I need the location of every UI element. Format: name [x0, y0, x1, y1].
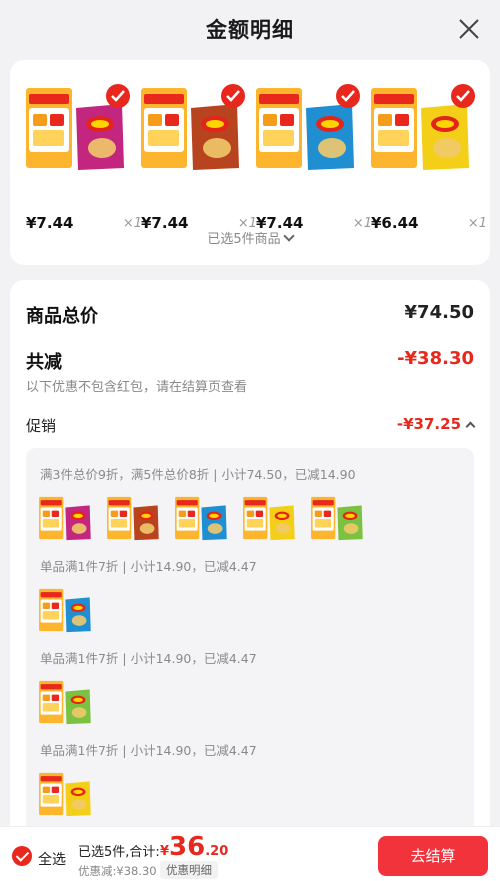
product-thumbnail — [256, 84, 360, 170]
select-all-label[interactable]: 全选 — [38, 849, 66, 869]
total-int: 36 — [169, 832, 206, 862]
promo-value: -¥37.25 — [396, 415, 461, 433]
product-thumbnail — [39, 772, 91, 817]
total-dec: .20 — [205, 844, 229, 859]
product-thumbnail — [371, 84, 475, 170]
selected-count-label: 已选5件商品 — [207, 232, 281, 247]
selected-count-toggle[interactable]: 已选5件商品 — [10, 228, 490, 247]
product-item[interactable]: ¥7.44 ×1 — [254, 80, 372, 232]
product-item[interactable]: ¥6.44 ×1 — [369, 80, 487, 232]
promo-group-text: 满3件总价9折，满5件总价8折 | 小计74.50，已减14.90 — [40, 467, 356, 482]
promo-item-thumbnail — [38, 492, 96, 544]
product-thumbnail — [107, 496, 159, 541]
product-thumbnail — [39, 680, 91, 725]
close-icon[interactable] — [458, 18, 480, 40]
promo-group-text: 单品满1件7折 | 小计14.90，已减4.47 — [40, 651, 257, 666]
chevron-down-icon — [282, 230, 295, 242]
discount-row: 共减 -¥38.30 — [26, 348, 474, 373]
product-thumbnail — [311, 496, 363, 541]
discount-label: 共减 — [26, 352, 62, 373]
promo-value-toggle[interactable]: -¥37.25 — [396, 415, 476, 433]
product-item[interactable]: ¥7.44 ×1 — [24, 80, 142, 232]
total-currency: ¥ — [160, 844, 170, 859]
product-thumbnail — [26, 84, 130, 170]
promo-item-thumbnail — [38, 676, 96, 728]
total-prefix: 已选5件,合计: — [78, 845, 160, 860]
product-thumbnail — [39, 588, 91, 633]
promo-group-items — [38, 676, 108, 728]
select-all-checkbox[interactable] — [12, 846, 32, 866]
promo-row: 促销 -¥37.25 — [26, 415, 476, 437]
goods-total-value: ¥74.50 — [404, 302, 474, 323]
discount-note: 以下优惠不包含红包，请在结算页查看 — [26, 380, 248, 395]
promo-group-text: 单品满1件7折 | 小计14.90，已减4.47 — [40, 743, 257, 758]
discount-value: -¥38.30 — [397, 348, 474, 369]
promo-item-thumbnail — [38, 584, 96, 636]
promo-group-items — [38, 584, 108, 636]
product-thumbnail — [243, 496, 295, 541]
promo-label: 促销 — [26, 417, 57, 435]
discounted-amount: 优惠减:¥38.30 — [78, 864, 157, 878]
product-item[interactable]: ¥7.44 ×1 — [139, 80, 257, 232]
goods-total-row: 商品总价 ¥74.50 — [26, 302, 474, 327]
goods-total-label: 商品总价 — [26, 306, 98, 327]
product-image — [139, 80, 249, 176]
amount-summary-card: 商品总价 ¥74.50 共减 -¥38.30 以下优惠不包含红包，请在结算页查看… — [10, 280, 490, 840]
promo-group-text: 单品满1件7折 | 小计14.90，已减4.47 — [40, 559, 257, 574]
promo-detail-box: 满3件总价9折，满5件总价8折 | 小计74.50，已减14.90 单品满1件7… — [26, 448, 474, 840]
product-image — [24, 80, 134, 176]
product-image — [254, 80, 364, 176]
product-thumbnail — [39, 496, 91, 541]
promo-item-thumbnail — [242, 492, 300, 544]
product-thumbnail — [175, 496, 227, 541]
header: 金额明细 — [0, 0, 500, 60]
promo-group-items — [38, 492, 458, 544]
product-thumbnail — [141, 84, 245, 170]
checkout-button[interactable]: 去结算 — [378, 836, 488, 876]
chevron-up-icon — [465, 421, 476, 432]
promo-group-items — [38, 768, 108, 820]
promo-item-thumbnail — [310, 492, 368, 544]
promo-item-thumbnail — [38, 768, 96, 820]
product-image — [369, 80, 479, 176]
promo-item-thumbnail — [174, 492, 232, 544]
page-title: 金额明细 — [206, 18, 294, 42]
promo-item-thumbnail — [106, 492, 164, 544]
discount-detail-button[interactable]: 优惠明细 — [160, 861, 218, 879]
checkout-bar: 全选 已选5件,合计: ¥36.20 优惠减:¥38.30 优惠明细 去结算 — [0, 826, 500, 881]
total-amount: ¥36.20 — [160, 832, 228, 862]
selected-products-card: ¥7.44 ×1 ¥7.44 ×1 ¥7.44 ×1 ¥6.44 ×1 已选5件商品 — [10, 60, 490, 265]
